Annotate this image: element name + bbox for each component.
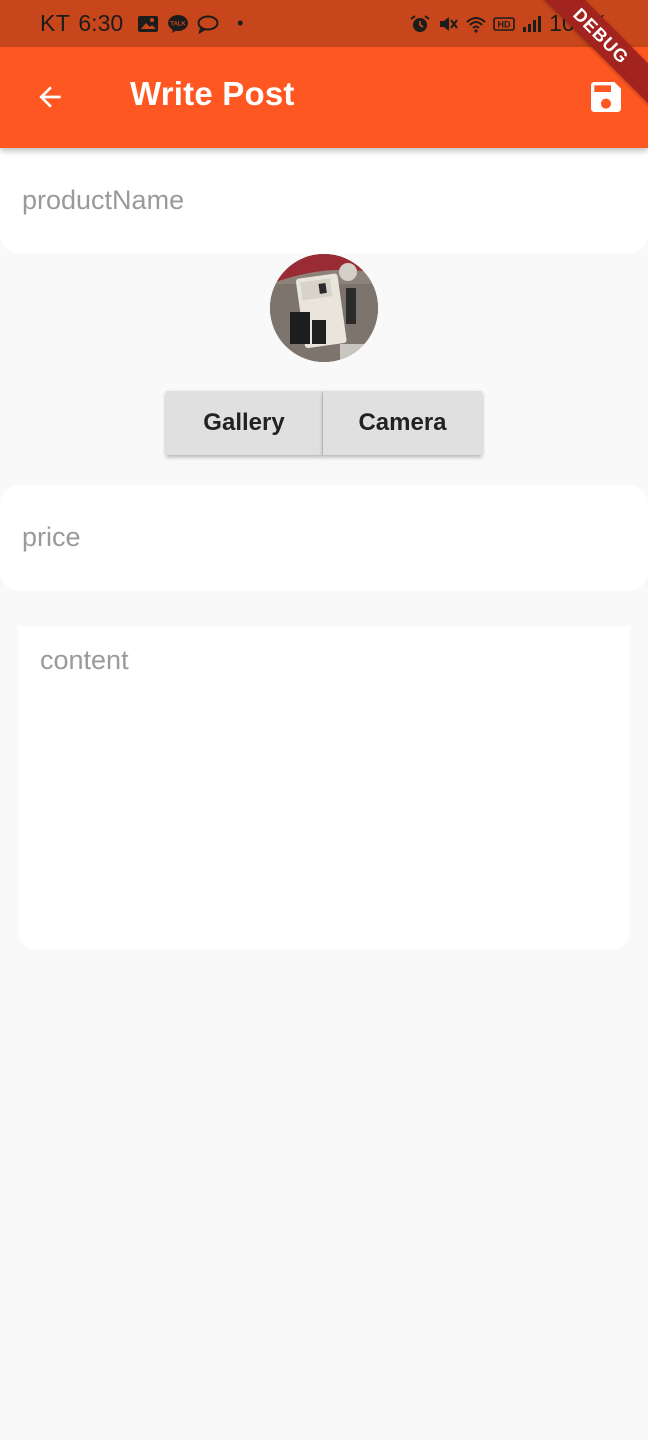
status-right: HD 100% xyxy=(409,0,608,47)
clock-time: 6:30 xyxy=(78,10,124,36)
product-photo xyxy=(270,254,378,362)
product-name-card xyxy=(0,148,648,254)
page-title: Write Post xyxy=(130,75,295,112)
kakaotalk-icon: TALK xyxy=(168,14,189,33)
image-icon xyxy=(138,15,159,32)
price-card xyxy=(0,485,648,591)
content-card xyxy=(18,626,630,950)
status-bar: KT 6:30 TALK • HD 100% xyxy=(0,0,648,47)
product-photo-image xyxy=(270,254,378,362)
product-name-input[interactable] xyxy=(22,180,622,220)
signal-icon xyxy=(523,15,542,32)
message-icon xyxy=(197,15,219,34)
camera-button[interactable]: Camera xyxy=(323,391,482,455)
carrier-label: KT xyxy=(40,10,71,36)
battery-level: 100% xyxy=(549,10,608,36)
alarm-icon xyxy=(410,14,430,32)
price-input[interactable] xyxy=(22,517,622,557)
back-button[interactable] xyxy=(22,73,78,121)
wifi-icon xyxy=(466,16,486,33)
content-textarea[interactable] xyxy=(40,644,610,934)
hd-icon: HD xyxy=(493,16,515,31)
svg-text:TALK: TALK xyxy=(170,21,186,27)
image-source-buttons: Gallery Camera xyxy=(166,391,482,455)
gallery-button[interactable]: Gallery xyxy=(166,391,323,455)
status-left: KT 6:30 TALK • xyxy=(40,10,243,37)
mute-icon xyxy=(440,16,458,31)
save-button[interactable] xyxy=(586,77,626,117)
save-icon xyxy=(591,82,621,112)
app-bar: Write Post xyxy=(0,47,648,148)
notification-dot: • xyxy=(237,13,244,33)
arrow-back-icon xyxy=(39,86,61,108)
svg-text:HD: HD xyxy=(498,19,511,29)
